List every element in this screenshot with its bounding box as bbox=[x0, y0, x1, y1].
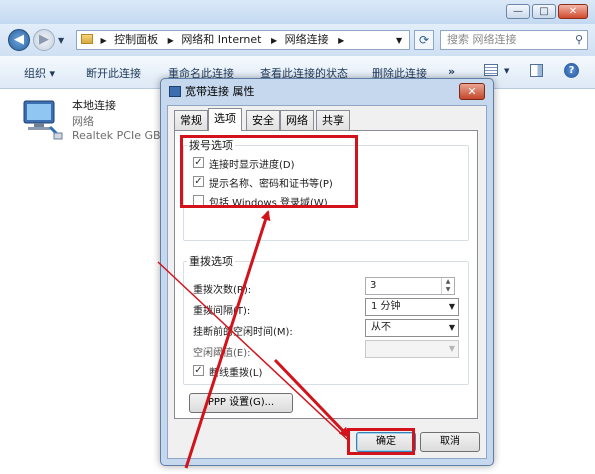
redial-options-label: 重拨选项 bbox=[187, 253, 235, 269]
more-commands-button[interactable]: » bbox=[448, 65, 455, 78]
idle-time-label: 挂断前的空闲时间(M): bbox=[193, 327, 293, 338]
redial-attempts-spinner[interactable]: 3 ▲ ▼ bbox=[365, 277, 455, 295]
search-icon: ⚲ bbox=[574, 33, 583, 46]
window-titlebar: — □ ✕ bbox=[0, 0, 595, 24]
redial-if-dropped-checkbox[interactable]: ✓ bbox=[193, 365, 204, 376]
redial-attempts-label: 重拨次数(R): bbox=[193, 285, 252, 296]
tab-sharing[interactable]: 共享 bbox=[316, 110, 350, 130]
connection-device: Realtek PCIe GB bbox=[72, 129, 161, 142]
disconnect-button[interactable]: 断开此连接 bbox=[86, 65, 141, 81]
dialog-close-button[interactable]: ✕ bbox=[459, 83, 485, 100]
change-view-icon[interactable] bbox=[484, 64, 498, 76]
breadcrumb-separator-icon: ▶ bbox=[100, 36, 107, 45]
breadcrumb-separator-icon: ▶ bbox=[338, 36, 345, 45]
help-icon[interactable]: ? bbox=[564, 63, 579, 78]
idle-time-select[interactable]: 从不 ▼ bbox=[365, 319, 459, 337]
refresh-icon[interactable]: ⟳ bbox=[414, 30, 434, 50]
forward-icon[interactable]: ▶ bbox=[33, 29, 55, 51]
idle-threshold-label: 空闲阈值(E): bbox=[193, 348, 251, 359]
folder-icon bbox=[81, 34, 93, 44]
breadcrumb-separator-icon: ▶ bbox=[271, 36, 278, 45]
redial-interval-label: 重拨间隔(T): bbox=[193, 306, 251, 317]
cancel-button[interactable]: 取消 bbox=[420, 432, 480, 452]
redial-if-dropped-label: 断线重拨(L) bbox=[209, 368, 263, 379]
dialog-network-icon bbox=[169, 86, 181, 97]
history-dropdown-icon[interactable]: ▼ bbox=[58, 36, 64, 45]
tab-networking[interactable]: 网络 bbox=[280, 110, 314, 130]
tab-general[interactable]: 常规 bbox=[174, 110, 208, 130]
chevron-down-icon: ▼ bbox=[448, 323, 455, 332]
organize-menu[interactable]: 组织 ▾ bbox=[24, 65, 55, 81]
tab-security[interactable]: 安全 bbox=[246, 110, 280, 130]
ppp-settings-button[interactable]: PPP 设置(G)... bbox=[189, 393, 293, 413]
maximize-button[interactable]: □ bbox=[532, 4, 556, 19]
address-bar[interactable]: ▶ 控制面板 ▶ 网络和 Internet ▶ 网络连接 ▶ bbox=[76, 30, 410, 50]
breadcrumb-control-panel[interactable]: 控制面板 bbox=[114, 33, 158, 46]
redial-interval-select[interactable]: 1 分钟 ▼ bbox=[365, 298, 459, 316]
connection-name: 本地连接 bbox=[72, 99, 116, 112]
close-window-button[interactable]: ✕ bbox=[558, 4, 588, 19]
idle-threshold-select[interactable]: ▼ bbox=[365, 340, 459, 358]
breadcrumb-separator-icon: ▶ bbox=[167, 36, 174, 45]
minimize-button[interactable]: — bbox=[506, 4, 530, 19]
search-input[interactable]: 搜索 网络连接 ⚲ bbox=[440, 30, 588, 50]
preview-pane-icon[interactable] bbox=[530, 64, 543, 77]
back-icon[interactable]: ◀ bbox=[8, 29, 30, 51]
spinner-arrows-icon[interactable]: ▲ ▼ bbox=[441, 278, 454, 294]
ok-button-highlight bbox=[347, 428, 415, 455]
connection-status: 网络 bbox=[72, 115, 94, 128]
dialog-title: 宽带连接 属性 bbox=[185, 85, 255, 98]
tab-options[interactable]: 选项 bbox=[208, 108, 242, 131]
address-dropdown-icon[interactable]: ▼ bbox=[396, 36, 402, 45]
dial-options-highlight bbox=[180, 135, 358, 208]
address-row: ◀ ▶ ▼ ▶ 控制面板 ▶ 网络和 Internet ▶ 网络连接 ▶ ▼ ⟳… bbox=[0, 24, 595, 56]
breadcrumb-network-internet[interactable]: 网络和 Internet bbox=[181, 33, 261, 46]
chevron-down-icon: ▼ bbox=[448, 302, 455, 311]
chevron-down-icon: ▼ bbox=[448, 344, 455, 353]
network-adapter-icon bbox=[23, 100, 63, 140]
local-connection-item[interactable]: 本地连接 网络 Realtek PCIe GB bbox=[20, 95, 161, 147]
view-dropdown-icon[interactable]: ▼ bbox=[504, 67, 509, 75]
breadcrumb-network-connections[interactable]: 网络连接 bbox=[285, 33, 329, 46]
